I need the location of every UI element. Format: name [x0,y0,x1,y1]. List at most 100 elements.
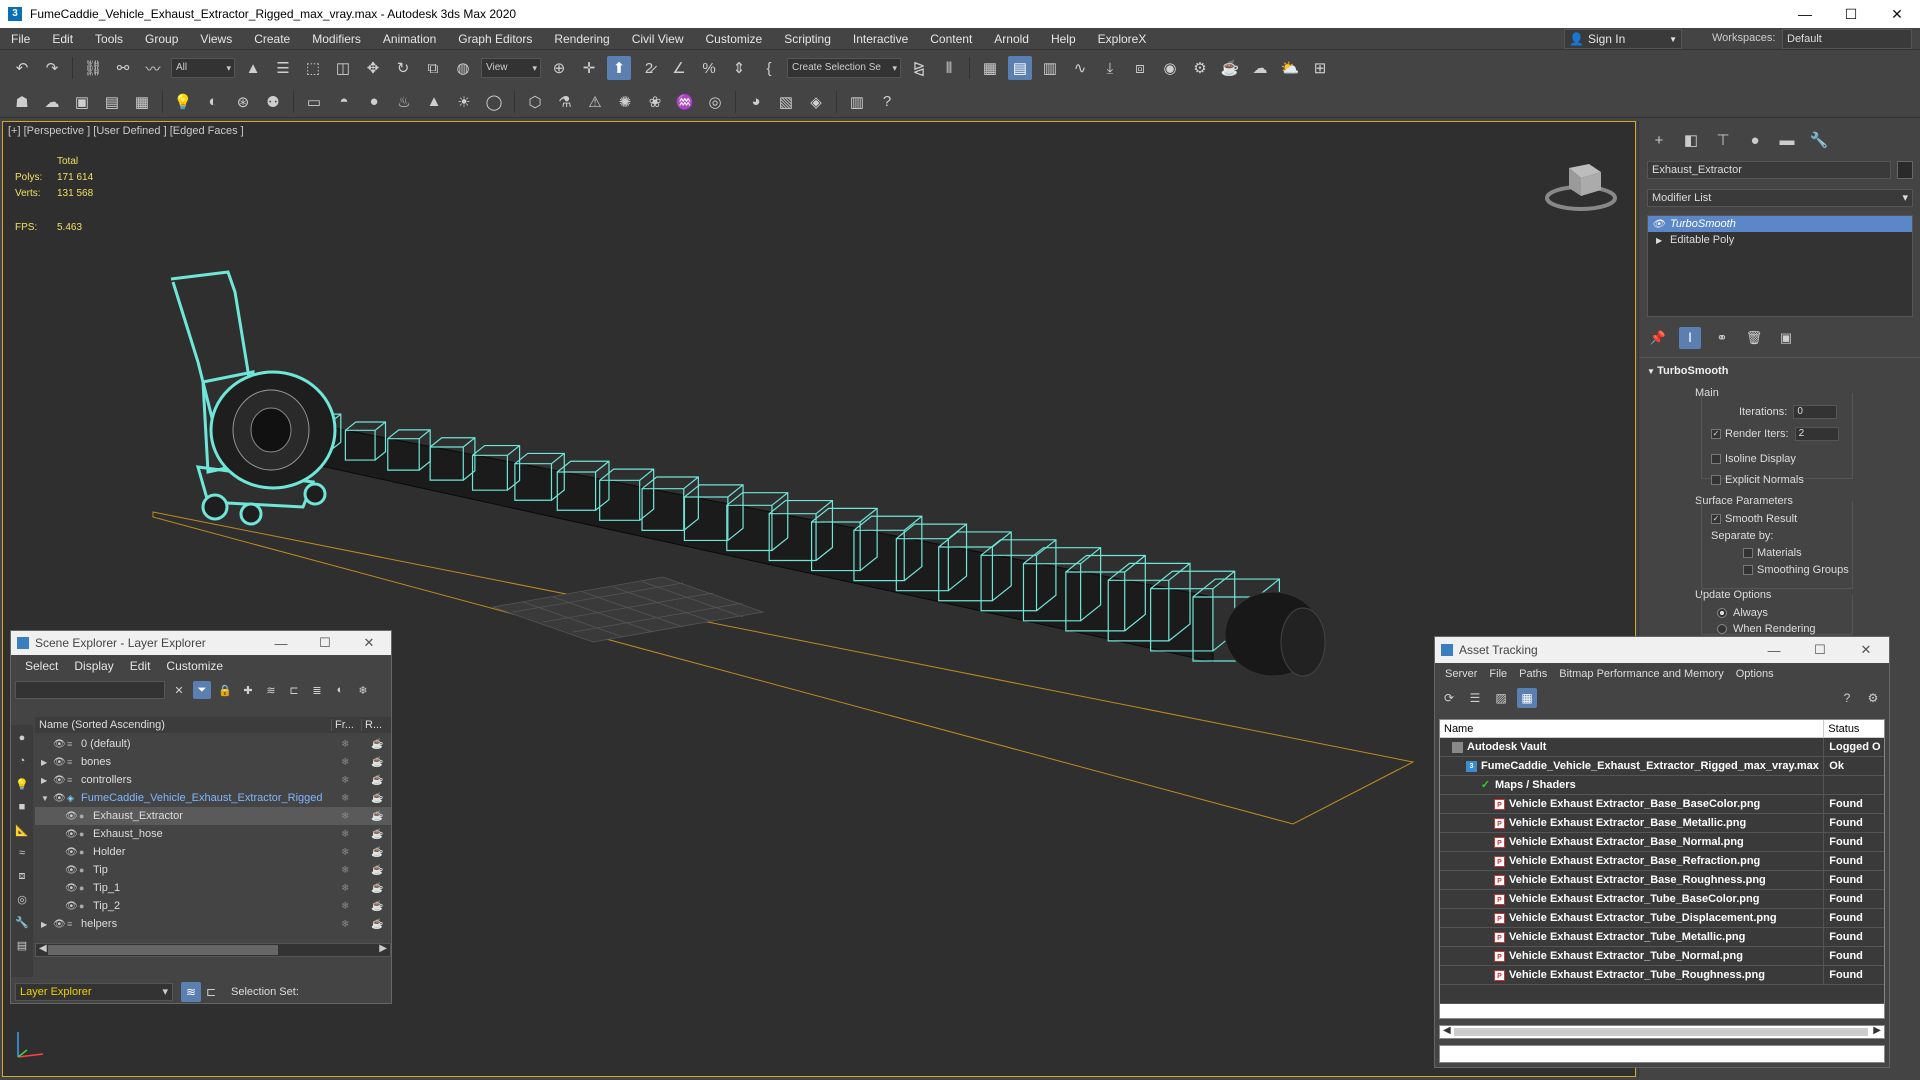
rect-selection-icon[interactable]: ⬚ [301,56,325,80]
select-layer-icon[interactable]: ⊏ [285,681,303,699]
help-icon[interactable]: ? [875,90,899,114]
angle-snap-icon[interactable]: ∠ [667,56,691,80]
se-menu-customize[interactable]: Customize [158,659,231,673]
table-view-icon[interactable]: ▦ [1517,688,1537,708]
renderable-icon[interactable]: ☕ [371,865,383,876]
vray-ambient-light-icon[interactable]: ⊛ [231,90,255,114]
scroll-left-icon[interactable]: ◀ [39,943,47,954]
scale-icon[interactable]: ⧉ [421,56,445,80]
expand-triangle-icon[interactable]: ▼ [41,794,53,803]
viewcube-icon[interactable] [1543,158,1619,214]
stack-item-turbosmooth[interactable]: 👁 TurboSmooth [1648,216,1912,232]
pivot-center-icon[interactable]: ⊕ [547,56,571,80]
scroll-thumb[interactable] [48,945,278,955]
scene-explorer-titlebar[interactable]: Scene Explorer - Layer Explorer — ☐ ✕ [11,631,391,655]
asset-row[interactable]: P Vehicle Exhaust Extractor_Base_BaseColo… [1440,795,1884,814]
vray-sphere-icon[interactable]: ● [362,90,386,114]
filter-icon[interactable]: ⏷ [193,681,211,699]
display-spacewarps-icon[interactable]: ≈ [12,843,32,863]
renderable-icon[interactable]: ☕ [371,775,383,786]
workspace-dropdown[interactable]: Default [1782,29,1912,49]
render-iters-checkbox[interactable]: ✓ [1711,429,1721,439]
tree-row[interactable]: 👁 ● Tip ❄ ☕ [35,861,391,879]
se-menu-edit[interactable]: Edit [122,659,159,673]
asset-row[interactable]: Autodesk Vault Logged O [1440,738,1884,757]
eye-icon[interactable]: 👁 [65,829,79,840]
renderable-icon[interactable]: ☕ [371,811,383,822]
tree-row[interactable]: 👁 ● Tip_1 ❄ ☕ [35,879,391,897]
window-crossing-icon[interactable]: ◫ [331,56,355,80]
asset-row[interactable]: ✓ Maps / Shaders [1440,776,1884,795]
vray-light-lister-icon[interactable]: ▤ [100,90,124,114]
render-setup-icon[interactable]: ⚙ [1188,56,1212,80]
pin-stack-icon[interactable]: 📌 [1647,327,1669,349]
minimize-icon[interactable]: — [259,636,303,651]
asset-row[interactable]: 3 FumeCaddie_Vehicle_Exhaust_Extractor_Ri… [1440,757,1884,776]
explicit-normals-checkbox[interactable] [1711,475,1721,485]
menu-interactive[interactable]: Interactive [842,32,919,46]
freeze-icon[interactable]: ❄ [341,739,349,750]
col-render-header[interactable]: R... [361,719,391,731]
configure-sets-icon[interactable]: ▣ [1775,327,1797,349]
settings-icon[interactable]: ⚙ [1863,688,1883,708]
se-search-input[interactable] [15,681,165,699]
eye-icon[interactable]: 👁 [53,739,67,750]
snaps-toggle-icon[interactable]: 2̷ [637,56,661,80]
asset-tracking-titlebar[interactable]: Asset Tracking — ☐ ✕ [1435,637,1889,663]
material-editor-icon[interactable]: ◉ [1158,56,1182,80]
schematic-view-icon[interactable]: ⧈ [1128,56,1152,80]
tree-row[interactable]: 👁 ● Exhaust_hose ❄ ☕ [35,825,391,843]
menu-edit[interactable]: Edit [41,32,84,46]
show-end-result-icon[interactable]: Ⅰ [1679,327,1701,349]
select-by-name-icon[interactable]: ☰ [271,56,295,80]
eye-icon[interactable]: 👁 [65,865,79,876]
se-menu-display[interactable]: Display [66,659,121,673]
display-xrefs-icon[interactable]: ◎ [12,889,32,909]
tree-row[interactable]: ▶ 👁 ≡ controllers ❄ ☕ [35,771,391,789]
layers-toggle-icon[interactable]: ≋ [181,982,201,1002]
turbosmooth-rollout-header[interactable]: TurboSmooth [1647,365,1913,381]
spinner-snap-icon[interactable]: ⇕ [727,56,751,80]
expand-triangle-icon[interactable]: ▶ [41,758,53,767]
reference-coordinate-dropdown[interactable]: View [481,58,541,78]
renderable-icon[interactable]: ☕ [371,847,383,858]
scroll-thumb[interactable] [1454,1028,1868,1036]
vray-render-icon[interactable]: ▣ [70,90,94,114]
smooth-result-checkbox[interactable]: ✓ [1711,514,1721,524]
vray-cone-icon[interactable]: ▲ [422,90,446,114]
tree-row[interactable]: ▶ 👁 ≡ helpers ❄ ☕ [35,915,391,933]
vray-plane-icon[interactable]: ▭ [302,90,326,114]
scroll-left-icon[interactable]: ◀ [1443,1025,1451,1036]
named-selection-sets-dropdown[interactable]: Create Selection Se [787,58,901,78]
render-online-icon[interactable]: ⛅ [1278,56,1302,80]
modify-tab-icon[interactable]: ◧ [1679,129,1703,151]
vray-fur-icon[interactable]: ♨ [392,90,416,114]
eye-icon[interactable]: 👁 [1652,219,1670,230]
scene-explorer-icon[interactable]: ▦ [978,56,1002,80]
expand-triangle-icon[interactable]: ▶ [1652,236,1670,245]
modifier-list-dropdown[interactable]: Modifier List [1647,189,1913,207]
as-menu-server[interactable]: Server [1439,668,1483,680]
redo-icon[interactable]: ↷ [40,56,64,80]
as-menu-paths[interactable]: Paths [1513,668,1553,680]
help-icon[interactable]: ? [1837,688,1857,708]
asset-row[interactable]: P Vehicle Exhaust Extractor_Tube_Normal.p… [1440,947,1884,966]
vray-bitmap-icon[interactable]: ▧ [774,90,798,114]
render-iters-spinner[interactable]: 2 [1794,427,1839,441]
asset-horizontal-scrollbar[interactable]: ◀ ▶ [1439,1025,1885,1039]
display-bones-icon[interactable]: 🔧 [12,912,32,932]
menu-animation[interactable]: Animation [372,32,447,46]
renderable-icon[interactable]: ☕ [371,883,383,894]
freeze-icon[interactable]: ❄ [341,865,349,876]
menu-views[interactable]: Views [189,32,243,46]
utilities-tab-icon[interactable]: 🔧 [1807,129,1831,151]
object-color-swatch[interactable] [1897,161,1913,179]
freeze-icon[interactable]: ❄ [341,919,349,930]
asset-row[interactable]: P Vehicle Exhaust Extractor_Tube_Metallic… [1440,928,1884,947]
ribbon-toggle-icon[interactable]: ▥ [1038,56,1062,80]
selection-filter-dropdown[interactable]: All [171,58,235,78]
renderable-icon[interactable]: ☕ [371,919,383,930]
refresh-icon[interactable]: ⟳ [1439,688,1459,708]
tree-row[interactable]: ▶ 👁 ≡ bones ❄ ☕ [35,753,391,771]
menu-file[interactable]: File [0,32,41,46]
